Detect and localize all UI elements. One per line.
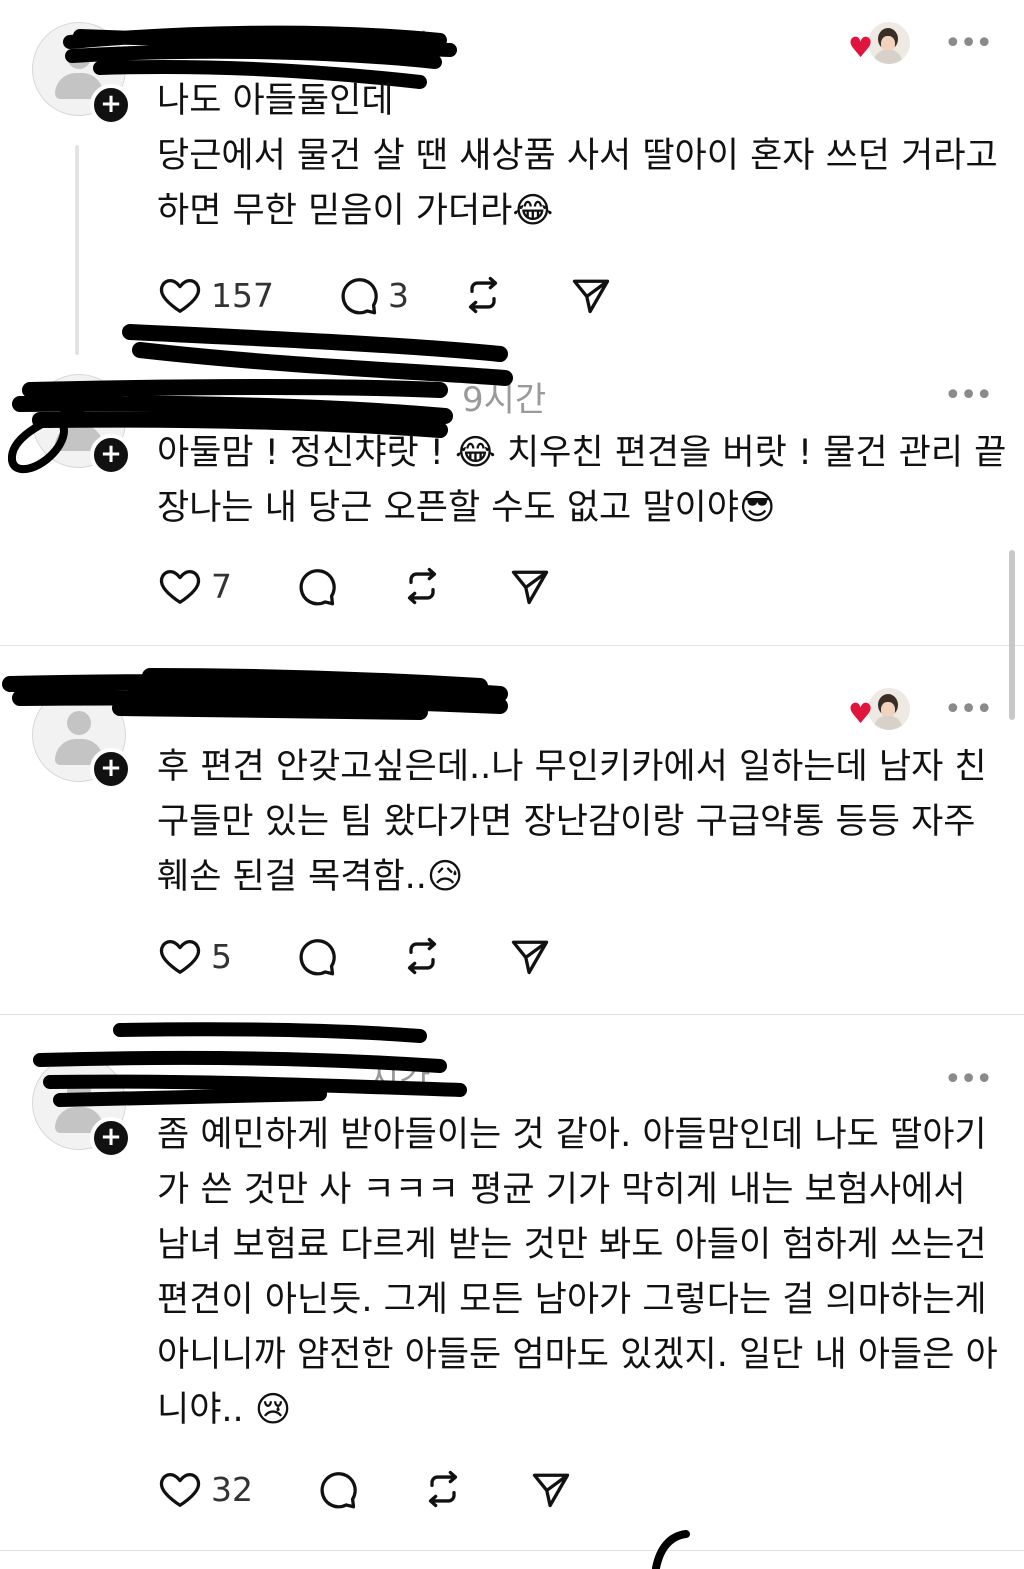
- reply-button[interactable]: 3: [336, 273, 409, 317]
- repost-arrows-icon: [400, 934, 444, 978]
- post-text: 좀 예민하게 받아들이는 것 같아. 아들맘인데 나도 딸아기가 쓴 것만 사 …: [157, 1115, 998, 1430]
- like-count: 7: [211, 566, 232, 606]
- more-dots-icon[interactable]: •••: [944, 692, 993, 727]
- speech-bubble-icon: [315, 1467, 359, 1511]
- repost-button[interactable]: [400, 934, 444, 978]
- like-count: 157: [211, 275, 274, 315]
- paper-plane-icon: [569, 273, 613, 317]
- post-actions: 157 3: [157, 270, 613, 320]
- repost-button[interactable]: [400, 564, 444, 608]
- like-button[interactable]: 7: [157, 563, 232, 609]
- reply-button[interactable]: [294, 564, 338, 608]
- share-button[interactable]: [569, 273, 613, 317]
- scrollbar[interactable]: [1009, 550, 1015, 720]
- redaction-scribble: [652, 1530, 690, 1569]
- post-actions: 32: [157, 1464, 573, 1514]
- post-text: 나도 아들둘인데 당근에서 물건 살 땐 새상품 사서 딸아이 혼자 쓰던 거라…: [157, 81, 998, 231]
- post-text: 아둘맘 ! 정신챠랏 ! 😂 치우친 편견을 버랏 ! 물건 관리 끝장나는 내…: [157, 433, 1007, 528]
- heart-outline-icon: [157, 563, 203, 609]
- paper-plane-icon: [508, 564, 552, 608]
- repost-arrows-icon: [421, 1467, 465, 1511]
- author-liked-badge: ♥: [848, 20, 912, 68]
- share-button[interactable]: [508, 934, 552, 978]
- speech-bubble-icon: [294, 934, 338, 978]
- speech-bubble-icon: [294, 564, 338, 608]
- heart-filled-icon: ♥: [848, 697, 874, 730]
- repost-button[interactable]: [421, 1467, 465, 1511]
- follow-plus-icon[interactable]: +: [90, 1117, 132, 1159]
- repost-button[interactable]: [461, 273, 505, 317]
- heart-outline-icon: [157, 272, 203, 318]
- share-button[interactable]: [529, 1467, 573, 1511]
- more-dots-icon[interactable]: •••: [944, 1062, 993, 1097]
- redaction-scribble: [33, 1022, 467, 1107]
- reply-button[interactable]: [315, 1467, 359, 1511]
- paper-plane-icon: [508, 934, 552, 978]
- redaction-scribble: [2, 668, 508, 720]
- like-button[interactable]: 5: [157, 933, 232, 979]
- divider: [0, 1550, 1024, 1551]
- more-dots-icon[interactable]: •••: [944, 378, 993, 413]
- divider: [0, 645, 1024, 646]
- author-liked-badge: ♥: [848, 686, 912, 734]
- post-actions: 5: [157, 931, 552, 981]
- like-button[interactable]: 32: [157, 1466, 253, 1512]
- heart-outline-icon: [157, 933, 203, 979]
- reply-button[interactable]: [294, 934, 338, 978]
- like-count: 5: [211, 936, 232, 976]
- heart-filled-icon: ♥: [848, 31, 874, 64]
- share-button[interactable]: [508, 564, 552, 608]
- like-button[interactable]: 157: [157, 272, 274, 318]
- speech-bubble-icon: [336, 273, 380, 317]
- repost-arrows-icon: [400, 564, 444, 608]
- more-dots-icon[interactable]: •••: [944, 26, 993, 61]
- divider: [0, 1014, 1024, 1015]
- repost-arrows-icon: [461, 273, 505, 317]
- follow-plus-icon[interactable]: +: [90, 748, 132, 790]
- like-count: 32: [211, 1469, 253, 1509]
- post-actions: 7: [157, 561, 552, 611]
- heart-outline-icon: [157, 1466, 203, 1512]
- reply-count: 3: [388, 275, 409, 315]
- post-text: 후 편견 안갖고싶은데..나 무인키카에서 일하는데 남자 친구들만 있는 팀 …: [157, 747, 987, 897]
- paper-plane-icon: [529, 1467, 573, 1511]
